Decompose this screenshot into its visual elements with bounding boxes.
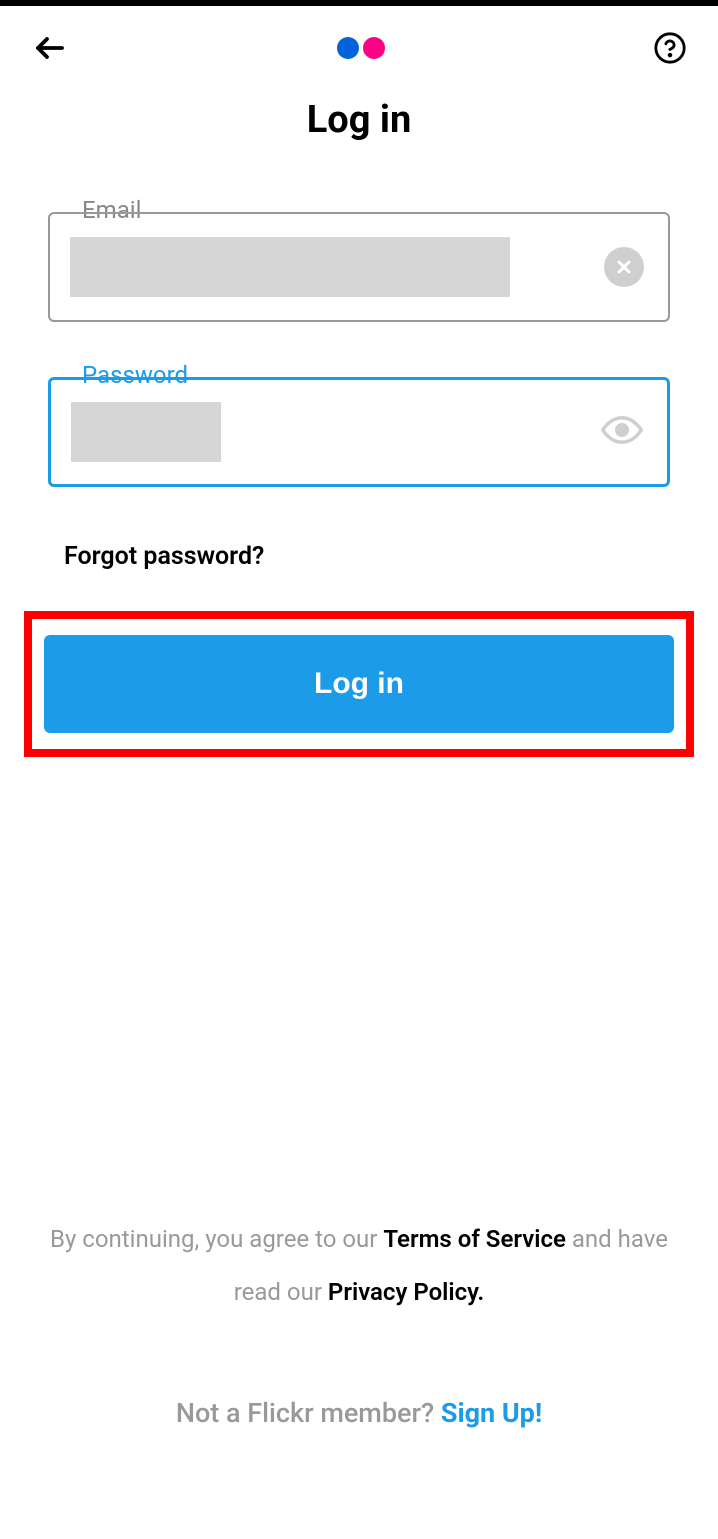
signup-link[interactable]: Sign Up! (441, 1397, 542, 1429)
terms-link[interactable]: Terms of Service (383, 1225, 566, 1253)
header (0, 6, 718, 78)
password-field-wrap: Password (48, 377, 670, 487)
privacy-link[interactable]: Privacy Policy. (328, 1278, 484, 1306)
toggle-password-icon[interactable] (601, 409, 643, 455)
highlight-annotation: Log in (24, 611, 694, 757)
back-icon[interactable] (30, 28, 70, 68)
password-field[interactable] (48, 377, 670, 487)
page-title: Log in (0, 98, 718, 142)
flickr-logo (337, 37, 385, 59)
login-form: Email Password (0, 212, 718, 571)
logo-dot-blue (337, 37, 359, 59)
email-field-wrap: Email (48, 212, 670, 322)
logo-dot-pink (363, 37, 385, 59)
email-field[interactable] (48, 212, 670, 322)
login-button[interactable]: Log in (44, 635, 674, 733)
email-value-redacted (70, 237, 510, 297)
forgot-password-link[interactable]: Forgot password? (48, 542, 670, 571)
password-value-redacted (71, 402, 221, 462)
legal-text: By continuing, you agree to our Terms of… (0, 1213, 718, 1319)
agree-prefix: By continuing, you agree to our (50, 1225, 383, 1253)
help-icon[interactable] (652, 30, 688, 66)
signup-row: Not a Flickr member? Sign Up! (0, 1397, 718, 1429)
clear-email-icon[interactable] (604, 247, 644, 287)
signup-prefix: Not a Flickr member? (176, 1397, 441, 1429)
